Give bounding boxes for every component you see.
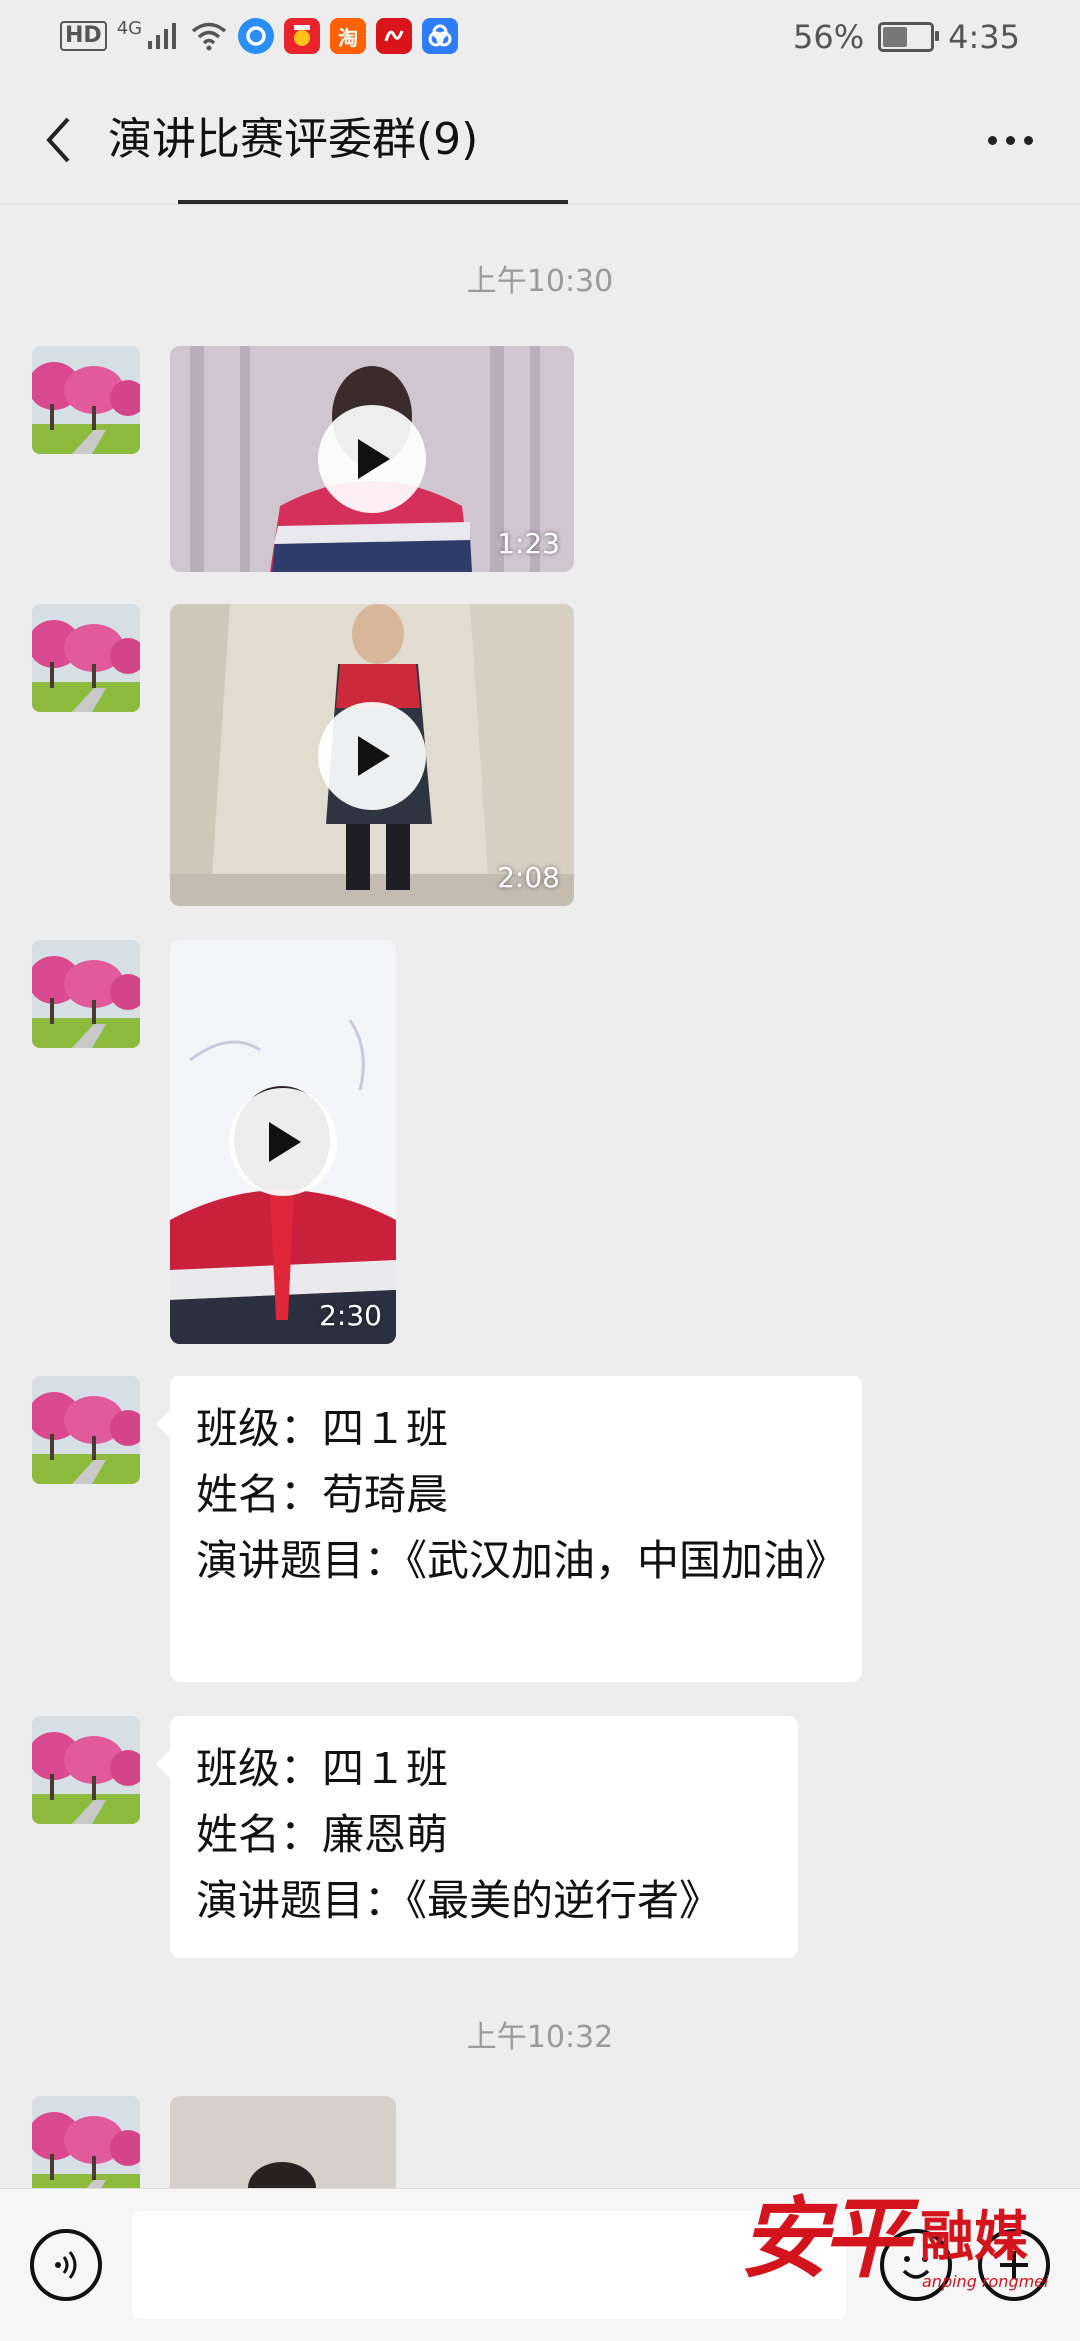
- previous-message-edge: [178, 200, 568, 204]
- avatar[interactable]: [32, 1376, 140, 1484]
- network-type: 4G: [116, 18, 143, 39]
- voice-icon: [55, 2251, 77, 2279]
- hd-indicator: HD: [60, 21, 107, 51]
- battery-icon: [878, 22, 940, 52]
- video-thumbnail: [170, 2096, 396, 2188]
- cherry-blossom-avatar-image: [32, 940, 140, 1048]
- clock: 4:35: [948, 18, 1020, 56]
- play-icon: [358, 736, 390, 776]
- play-button[interactable]: [229, 1088, 337, 1196]
- video-message[interactable]: 2:30: [170, 940, 396, 1344]
- text-message-bubble[interactable]: 班级：四１班 姓名：苟琦晨 演讲题目：《武汉加油，中国加油》: [156, 1376, 862, 1682]
- taobao-label: 淘: [338, 25, 359, 50]
- dot-icon: [1005, 135, 1015, 145]
- app-icon: [376, 18, 413, 54]
- qq-browser-icon: [238, 18, 275, 54]
- video-duration: 2:08: [497, 861, 560, 894]
- status-bar: HD 4G 淘 56% 4:35: [0, 0, 1080, 76]
- status-icons-right: 56% 4:35: [793, 18, 1020, 56]
- timestamp: 上午10:30: [466, 264, 614, 299]
- cherry-blossom-avatar-image: [32, 1716, 140, 1824]
- play-button[interactable]: [318, 405, 426, 513]
- avatar[interactable]: [32, 1716, 140, 1824]
- cherry-blossom-avatar-image: [32, 346, 140, 454]
- avatar[interactable]: [32, 604, 140, 712]
- dot-icon: [987, 135, 997, 145]
- video-duration: 1:23: [497, 527, 560, 560]
- media-watermark-logo: 安平 融媒 anping rongmei: [740, 2168, 1070, 2318]
- taobao-icon: 淘: [330, 18, 367, 54]
- watermark-side-text: 融媒: [920, 2205, 1028, 2268]
- play-icon: [269, 1122, 301, 1162]
- avatar[interactable]: [32, 346, 140, 454]
- watermark-brand: 安平: [740, 2186, 910, 2290]
- dot-icon: [1023, 135, 1033, 145]
- video-duration: 2:30: [319, 1299, 382, 1332]
- message-line-class: 班级：四１班: [196, 1404, 449, 1453]
- battery-percent: 56%: [793, 18, 865, 56]
- cherry-blossom-avatar-image: [32, 1376, 140, 1484]
- video-message[interactable]: 1:23: [170, 346, 574, 572]
- message-line-name: 姓名：廉恩萌: [196, 1810, 449, 1859]
- video-message[interactable]: [170, 2096, 396, 2188]
- message-line-name: 姓名：苟琦晨: [196, 1470, 449, 1519]
- timestamp: 上午10:32: [466, 2020, 614, 2055]
- voice-input-button[interactable]: [30, 2229, 102, 2301]
- avatar[interactable]: [32, 940, 140, 1048]
- text-message-bubble[interactable]: 班级：四１班 姓名：廉恩萌 演讲题目：《最美的逆行者》: [156, 1716, 798, 1958]
- wifi-icon: [191, 22, 227, 51]
- message-line-topic: 演讲题目：《最美的逆行者》: [196, 1876, 722, 1925]
- message-line-class: 班级：四１班: [196, 1744, 449, 1793]
- video-message[interactable]: 2:08: [170, 604, 574, 906]
- back-button[interactable]: [28, 110, 88, 170]
- status-icons-left: HD 4G 淘: [60, 18, 459, 54]
- watermark-subtitle: anping rongmei: [922, 2272, 1049, 2291]
- signal-icon: [148, 23, 177, 49]
- message-input[interactable]: [132, 2211, 846, 2319]
- battery-fill: [883, 27, 908, 47]
- message-line-topic: 演讲题目：《武汉加油，中国加油》: [196, 1536, 848, 1585]
- chat-header: 演讲比赛评委群(9): [0, 76, 1080, 205]
- more-options-button[interactable]: [970, 110, 1050, 170]
- chat-title: 演讲比赛评委群(9): [108, 114, 479, 165]
- cherry-blossom-avatar-image: [32, 604, 140, 712]
- play-button[interactable]: [318, 702, 426, 810]
- play-icon: [358, 439, 390, 479]
- news-app-icon: [284, 18, 321, 54]
- chevron-left-icon: [46, 117, 70, 163]
- baidu-netdisk-icon: [422, 18, 459, 54]
